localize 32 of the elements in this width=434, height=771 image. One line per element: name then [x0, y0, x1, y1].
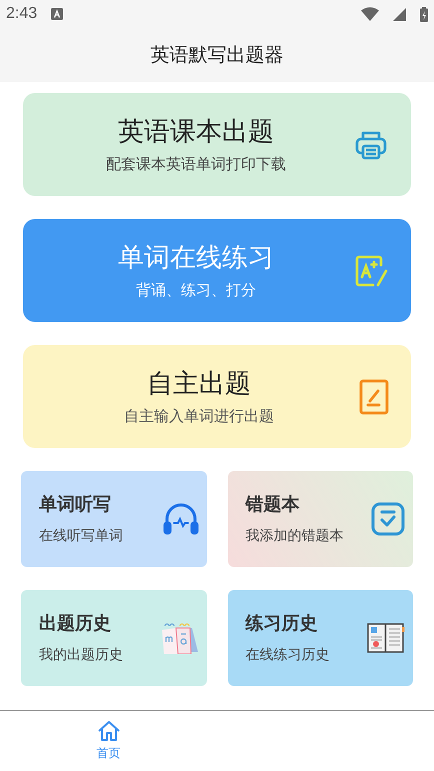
card-title: 出题历史: [39, 612, 112, 636]
wifi-icon: [361, 7, 379, 21]
grade-edit-icon: [353, 252, 389, 288]
card-subtitle: 背诵、练习、打分: [136, 280, 256, 300]
card-subtitle: 在线听写单词: [39, 527, 124, 545]
notebook-icon: [367, 623, 405, 653]
feature-card[interactable]: 单词听写 在线听写单词: [21, 471, 206, 567]
feature-card[interactable]: 英语课本出题 配套课本英语单词打印下载: [23, 93, 411, 196]
card-title: 单词听写: [39, 493, 112, 517]
signal-icon: [393, 8, 406, 20]
app-title: 英语默写出题器: [150, 42, 284, 68]
card-title: 自主出题: [147, 368, 251, 400]
card-title: 错题本: [246, 493, 300, 517]
status-time: 2:43: [6, 4, 38, 24]
card-subtitle: 在线练习历史: [246, 646, 330, 664]
card-subtitle: 我的出题历史: [39, 646, 124, 664]
home-icon: [96, 720, 120, 742]
edit-document-icon: [359, 378, 389, 414]
card-title: 英语课本出题: [118, 116, 274, 148]
battery-icon: [420, 6, 428, 22]
notification-icon: [51, 8, 64, 20]
card-subtitle: 自主输入单词进行出题: [124, 406, 274, 426]
feature-card[interactable]: 错题本 我添加的错题本: [228, 471, 413, 567]
checkbox-icon: [371, 502, 405, 536]
card-title: 单词在线练习: [118, 242, 274, 274]
card-subtitle: 我添加的错题本: [246, 527, 344, 545]
feature-card[interactable]: 练习历史 在线练习历史: [228, 590, 413, 686]
feature-card[interactable]: 自主出题 自主输入单词进行出题: [23, 345, 411, 448]
card-subtitle: 配套课本英语单词打印下载: [106, 154, 286, 174]
feature-card[interactable]: 出题历史 我的出题历史: [21, 590, 206, 686]
card-title: 练习历史: [246, 612, 318, 636]
headphones-icon: [162, 503, 198, 535]
